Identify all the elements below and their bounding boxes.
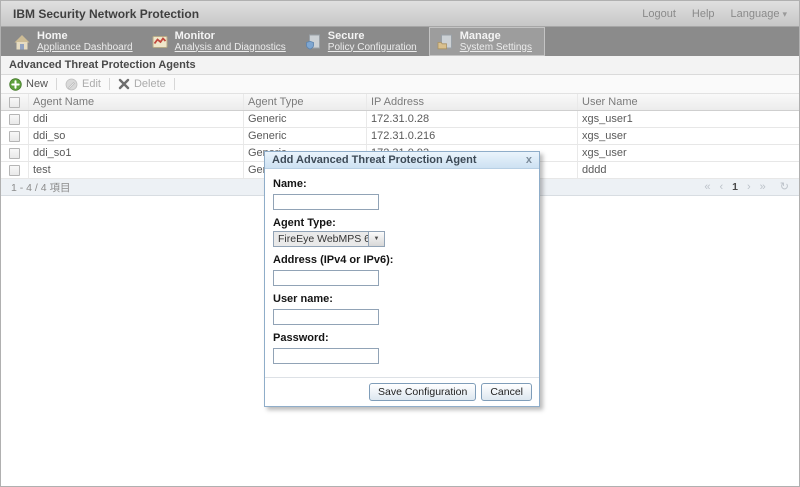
select-all-checkbox[interactable]	[9, 97, 20, 108]
column-header-ip-address[interactable]: IP Address	[367, 94, 578, 110]
row-checkbox[interactable]	[9, 114, 20, 125]
cell-ip-address: 172.31.0.28	[367, 111, 578, 127]
close-icon[interactable]: x	[526, 155, 532, 166]
toolbar-divider	[109, 78, 110, 90]
last-page-icon[interactable]: »	[760, 182, 766, 193]
name-label: Name:	[273, 178, 531, 190]
language-label: Language	[731, 8, 780, 20]
add-agent-dialog: Add Advanced Threat Protection Agent x N…	[264, 151, 540, 407]
secure-icon	[304, 33, 322, 51]
save-configuration-button[interactable]: Save Configuration	[369, 383, 476, 401]
cell-agent-type: Generic	[244, 111, 367, 127]
app-window: IBM Security Network Protection Logout H…	[0, 0, 800, 487]
toolbar-divider	[56, 78, 57, 90]
agent-type-select[interactable]: FireEye WebMPS 6.2 ▼	[273, 231, 385, 247]
language-menu[interactable]: Language▾	[731, 8, 787, 20]
top-bar: IBM Security Network Protection Logout H…	[1, 1, 799, 27]
chevron-down-icon: ▾	[782, 9, 787, 19]
edit-button[interactable]: Edit	[65, 78, 101, 91]
tab-title: Manage	[460, 30, 532, 42]
current-page-number: 1	[732, 181, 738, 193]
manage-icon	[436, 33, 454, 51]
cell-agent-name: test	[29, 162, 244, 178]
tab-title: Secure	[328, 30, 417, 42]
tab-secure[interactable]: Secure Policy Configuration	[298, 27, 429, 56]
edit-button-label: Edit	[82, 78, 101, 90]
next-page-icon[interactable]: ›	[747, 182, 751, 193]
agents-toolbar: New Edit Delete	[1, 75, 799, 94]
tab-title: Home	[37, 30, 133, 42]
new-button-label: New	[26, 78, 48, 90]
first-page-icon[interactable]: «	[704, 182, 710, 193]
dialog-body: Name: Agent Type: FireEye WebMPS 6.2 ▼ A…	[265, 169, 539, 368]
delete-x-icon	[118, 78, 130, 90]
row-checkbox[interactable]	[9, 148, 20, 159]
row-checkbox[interactable]	[9, 131, 20, 142]
dialog-footer: Save Configuration Cancel	[265, 377, 539, 406]
dialog-title-bar: Add Advanced Threat Protection Agent x	[265, 152, 539, 169]
cell-user-name: dddd	[578, 162, 799, 178]
agent-type-label: Agent Type:	[273, 217, 531, 229]
agent-type-selected-value: FireEye WebMPS 6.2	[273, 231, 368, 247]
password-input[interactable]	[273, 348, 379, 364]
cell-user-name: xgs_user	[578, 128, 799, 144]
logout-link[interactable]: Logout	[642, 8, 676, 20]
toolbar-divider	[174, 78, 175, 90]
new-button[interactable]: New	[9, 78, 48, 91]
delete-button[interactable]: Delete	[118, 78, 166, 90]
refresh-icon[interactable]: ↻	[780, 182, 789, 193]
dialog-title: Add Advanced Threat Protection Agent	[272, 154, 477, 166]
help-link[interactable]: Help	[692, 8, 715, 20]
cell-agent-name: ddi_so	[29, 128, 244, 144]
column-header-agent-name[interactable]: Agent Name	[29, 94, 244, 110]
password-label: Password:	[273, 332, 531, 344]
cell-user-name: xgs_user	[578, 145, 799, 161]
page-title: Advanced Threat Protection Agents	[1, 56, 799, 75]
monitor-icon	[151, 33, 169, 51]
tab-subtitle: Policy Configuration	[328, 42, 417, 54]
tab-monitor[interactable]: Monitor Analysis and Diagnostics	[145, 27, 298, 56]
dropdown-arrow-icon[interactable]: ▼	[368, 231, 385, 247]
tab-home[interactable]: Home Appliance Dashboard	[7, 27, 145, 56]
cell-ip-address: 172.31.0.216	[367, 128, 578, 144]
username-label: User name:	[273, 293, 531, 305]
table-row[interactable]: ddi Generic 172.31.0.28 xgs_user1	[1, 111, 799, 128]
username-input[interactable]	[273, 309, 379, 325]
cell-agent-type: Generic	[244, 128, 367, 144]
column-header-agent-type[interactable]: Agent Type	[244, 94, 367, 110]
address-label: Address (IPv4 or IPv6):	[273, 254, 531, 266]
tab-title: Monitor	[175, 30, 286, 42]
address-input[interactable]	[273, 270, 379, 286]
delete-button-label: Delete	[134, 78, 166, 90]
cell-agent-name: ddi	[29, 111, 244, 127]
cell-agent-name: ddi_so1	[29, 145, 244, 161]
tab-manage[interactable]: Manage System Settings	[429, 27, 545, 56]
top-links: Logout Help Language▾	[642, 8, 787, 20]
pagination-summary: 1 - 4 / 4 項目	[11, 180, 71, 195]
app-title: IBM Security Network Protection	[13, 7, 199, 21]
edit-pencil-icon	[65, 78, 78, 91]
home-icon	[13, 33, 31, 51]
main-nav: Home Appliance Dashboard Monitor Analysi…	[1, 27, 799, 56]
name-input[interactable]	[273, 194, 379, 210]
cancel-button[interactable]: Cancel	[481, 383, 532, 401]
table-header-row: Agent Name Agent Type IP Address User Na…	[1, 94, 799, 111]
row-checkbox[interactable]	[9, 165, 20, 176]
tab-subtitle: System Settings	[460, 42, 532, 54]
column-header-user-name[interactable]: User Name	[578, 94, 799, 110]
cell-user-name: xgs_user1	[578, 111, 799, 127]
tab-subtitle: Analysis and Diagnostics	[175, 42, 286, 54]
prev-page-icon[interactable]: ‹	[719, 182, 723, 193]
tab-subtitle: Appliance Dashboard	[37, 42, 133, 54]
table-row[interactable]: ddi_so Generic 172.31.0.216 xgs_user	[1, 128, 799, 145]
add-plus-icon	[9, 78, 22, 91]
